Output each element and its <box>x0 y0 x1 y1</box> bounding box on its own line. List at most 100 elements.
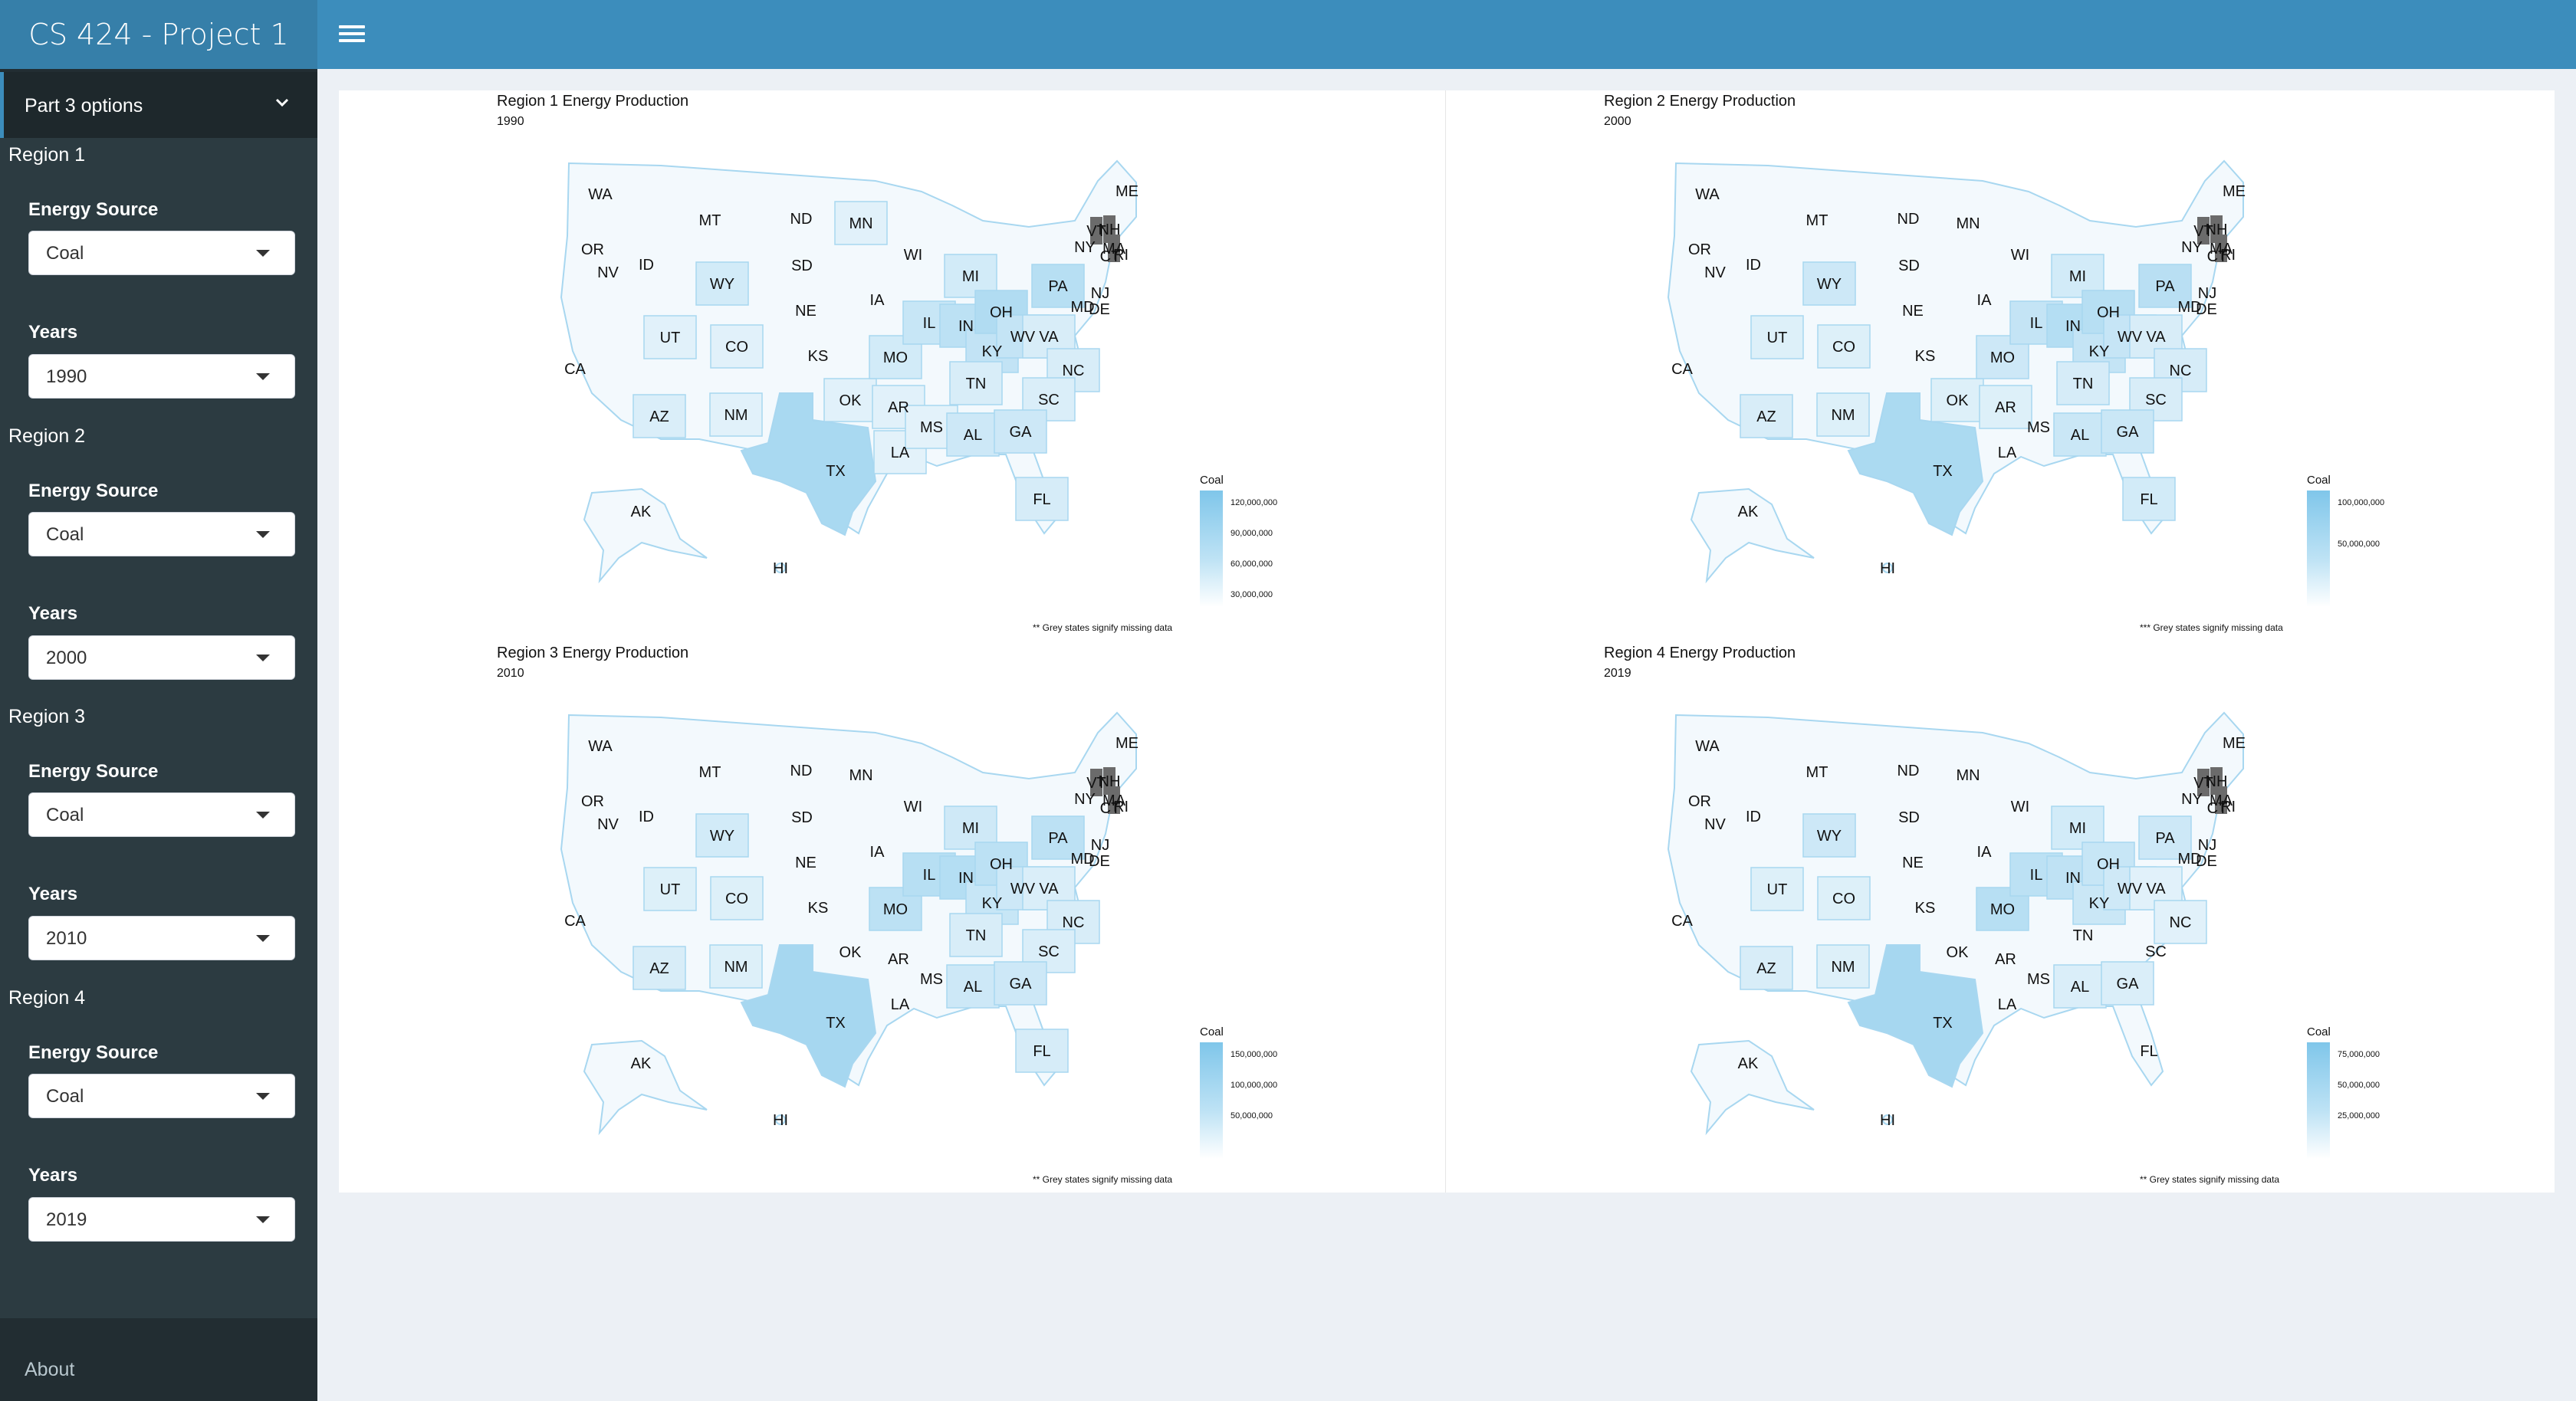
sidebar-item-about[interactable]: About <box>25 1359 74 1381</box>
state-label-la: LA <box>891 445 910 461</box>
state-label-mn: MN <box>1956 767 1980 784</box>
state-label-md: MD <box>2177 851 2201 868</box>
region-1-energy-label: Energy Source <box>28 199 159 220</box>
region-4-legend-title: Coal <box>2307 1025 2331 1038</box>
state-shape-ak <box>583 1039 708 1136</box>
state-label-sc: SC <box>1038 943 1060 960</box>
state-label-va: VA <box>2146 329 2166 346</box>
state-label-mo: MO <box>1990 349 2015 366</box>
state-label-va: VA <box>2146 881 2166 897</box>
region-1-legend-tick: 120,000,000 <box>1230 498 1278 507</box>
region-2-energy-select[interactable]: Coal <box>28 512 295 556</box>
region-3-years-value: 2010 <box>46 928 87 949</box>
state-label-id: ID <box>639 809 654 825</box>
region-1-legend-colorbar <box>1200 491 1223 607</box>
state-label-hi: HI <box>1880 560 1895 577</box>
region-2-energy-value: Coal <box>46 524 84 545</box>
state-label-mo: MO <box>883 901 908 918</box>
part3-options-menu[interactable]: Part 3 options <box>0 72 317 138</box>
state-label-wy: WY <box>710 276 734 293</box>
state-label-nh: NH <box>2206 773 2228 790</box>
state-label-ia: IA <box>1977 844 1993 861</box>
state-label-ny: NY <box>1074 791 1096 808</box>
state-label-nd: ND <box>790 211 813 228</box>
state-label-wi: WI <box>904 247 922 264</box>
region-4-years-select[interactable]: 2019 <box>28 1197 295 1242</box>
state-label-wy: WY <box>1817 828 1842 845</box>
state-label-or: OR <box>1688 793 1711 810</box>
state-label-hi: HI <box>773 560 788 577</box>
state-label-me: ME <box>2223 183 2246 200</box>
state-label-fl: FL <box>1033 491 1050 508</box>
state-label-sd: SD <box>1898 258 1920 274</box>
region-1-energy-select[interactable]: Coal <box>28 231 295 275</box>
state-label-ut: UT <box>1767 330 1788 346</box>
region-4-legend-tick: 75,000,000 <box>2338 1050 2380 1059</box>
state-shape-ak <box>1690 487 1815 584</box>
part3-options-submenu: Region 1 Energy Source Coal Years 1990 R… <box>0 138 317 1318</box>
state-label-oh: OH <box>990 856 1013 873</box>
state-label-tx: TX <box>826 463 846 480</box>
state-label-mt: MT <box>1806 764 1829 781</box>
state-label-tn: TN <box>2073 376 2094 392</box>
state-label-ky: KY <box>982 895 1003 912</box>
state-label-mo: MO <box>1990 901 2015 918</box>
state-label-in: IN <box>958 870 974 887</box>
state-label-mn: MN <box>1956 215 1980 232</box>
state-label-ak: AK <box>631 1055 652 1072</box>
state-label-md: MD <box>1070 851 1094 868</box>
state-label-ut: UT <box>660 881 681 898</box>
state-label-ky: KY <box>2089 343 2110 360</box>
region-1-years-label: Years <box>28 322 78 343</box>
region-4-heading: Region 4 <box>8 987 86 1009</box>
state-label-wa: WA <box>1695 186 1720 203</box>
state-label-wv: WV <box>2118 329 2143 346</box>
app-title[interactable]: CS 424 - Project 1 <box>0 0 317 69</box>
region-3-heading: Region 3 <box>8 706 86 727</box>
region-1-years-select[interactable]: 1990 <box>28 354 295 399</box>
state-label-in: IN <box>2065 318 2081 335</box>
state-label-ar: AR <box>1995 399 2016 416</box>
dropdown-caret-icon <box>256 655 270 661</box>
state-label-ri: RI <box>1113 799 1129 815</box>
region-2-legend-tick: 100,000,000 <box>2338 498 2385 507</box>
state-label-oh: OH <box>990 304 1013 321</box>
region-1-years-value: 1990 <box>46 366 87 387</box>
dropdown-caret-icon <box>256 250 270 257</box>
state-label-nh: NH <box>1099 773 1121 790</box>
state-label-az: AZ <box>649 960 669 977</box>
state-label-pa: PA <box>1048 278 1068 295</box>
state-label-il: IL <box>2030 867 2043 884</box>
region-1-legend-tick: 60,000,000 <box>1230 559 1273 569</box>
region-3-legend-tick: 50,000,000 <box>1230 1111 1273 1120</box>
state-label-ar: AR <box>888 399 909 416</box>
state-label-in: IN <box>958 318 974 335</box>
state-label-ok: OK <box>840 944 863 961</box>
state-label-ok: OK <box>1947 392 1970 409</box>
state-label-sc: SC <box>1038 392 1060 408</box>
region-2-years-select[interactable]: 2000 <box>28 635 295 680</box>
state-label-nd: ND <box>1898 211 1920 228</box>
region-4-energy-select[interactable]: Coal <box>28 1074 295 1118</box>
state-label-sd: SD <box>791 809 813 826</box>
region-3-energy-select[interactable]: Coal <box>28 792 295 837</box>
region-1-legend-tick: 90,000,000 <box>1230 529 1273 538</box>
state-label-ks: KS <box>808 900 829 917</box>
dropdown-caret-icon <box>256 812 270 819</box>
state-label-ky: KY <box>2089 895 2110 912</box>
state-label-al: AL <box>2071 427 2089 444</box>
state-label-az: AZ <box>1756 408 1776 425</box>
region-3-years-select[interactable]: 2010 <box>28 916 295 960</box>
state-label-co: CO <box>725 891 748 907</box>
state-label-la: LA <box>891 996 910 1013</box>
state-label-in: IN <box>2065 870 2081 887</box>
state-label-mi: MI <box>2069 268 2086 285</box>
state-label-ar: AR <box>888 951 909 968</box>
hamburger-menu-icon[interactable] <box>339 21 365 48</box>
region-2-legend-tick: 50,000,000 <box>2338 540 2380 549</box>
state-label-al: AL <box>964 979 982 996</box>
state-label-nc: NC <box>2170 363 2192 379</box>
region-2-years-label: Years <box>28 603 78 624</box>
state-label-ny: NY <box>2181 791 2203 808</box>
state-label-oh: OH <box>2097 304 2120 321</box>
